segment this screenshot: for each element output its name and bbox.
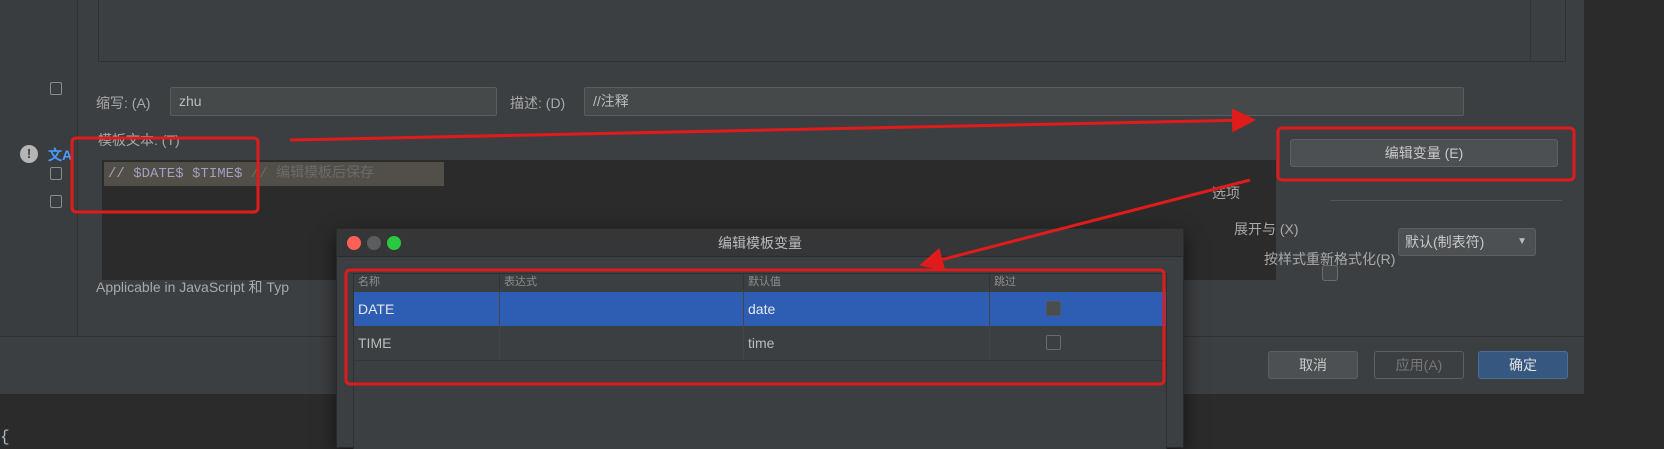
arrow-to-variables-table bbox=[919, 178, 1251, 272]
edit-variables-highlight bbox=[1276, 126, 1576, 182]
red-annotation-overlay bbox=[70, 108, 1576, 386]
variables-table-highlight bbox=[344, 268, 1166, 386]
arrow-to-edit-button bbox=[289, 108, 1256, 142]
template-text-highlight bbox=[70, 136, 260, 214]
